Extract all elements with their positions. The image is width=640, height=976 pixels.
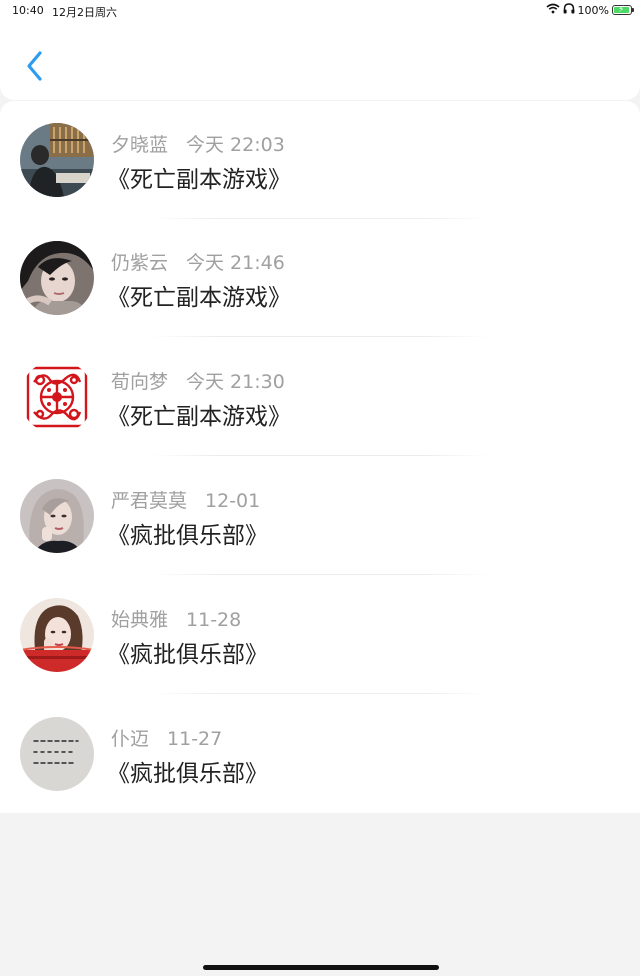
avatar [20, 479, 94, 553]
comment-meta: 严君莫莫 12-01 [111, 486, 260, 513]
divider [150, 574, 490, 575]
comment-meta: 仍紫云 今天 21:46 [111, 248, 285, 275]
comment-meta: 始典雅 11-28 [111, 605, 241, 632]
comment-time: 今天 21:46 [186, 252, 285, 274]
list-item[interactable]: 严君莫莫 12-01 《疯批俱乐部》 [0, 457, 640, 575]
status-time: 10:40 [12, 4, 44, 17]
chevron-left-icon [27, 51, 42, 81]
comment-time: 12-01 [205, 490, 261, 512]
book-title: 《死亡副本游戏》 [107, 404, 291, 430]
status-bar: 10:40 12月2日周六 100% ⚡ [0, 0, 640, 22]
avatar [20, 123, 94, 197]
comment-time: 今天 21:30 [186, 371, 285, 393]
book-title: 《疯批俱乐部》 [107, 642, 268, 668]
divider [150, 336, 490, 337]
book-title: 《死亡副本游戏》 [107, 167, 291, 193]
battery-percent: 100% [577, 3, 609, 17]
list-item[interactable]: 荀向梦 今天 21:30 《死亡副本游戏》 [0, 338, 640, 456]
list-item[interactable]: 始典雅 11-28 《疯批俱乐部》 [0, 576, 640, 694]
commenter-name: 夕晓蓝 [111, 134, 169, 156]
commenter-name: 荀向梦 [111, 371, 169, 393]
book-title: 《疯批俱乐部》 [107, 523, 268, 549]
commenter-name: 严君莫莫 [111, 490, 188, 512]
commenter-name: 仆迈 [111, 728, 150, 750]
comment-meta: 夕晓蓝 今天 22:03 [111, 130, 285, 157]
comment-time: 11-28 [186, 609, 242, 631]
avatar [20, 360, 94, 434]
avatar [20, 598, 94, 672]
commenter-name: 始典雅 [111, 609, 169, 631]
comment-time: 11-27 [167, 728, 223, 750]
home-indicator [203, 965, 439, 970]
book-title: 《死亡副本游戏》 [107, 285, 291, 311]
divider [150, 693, 490, 694]
list-item[interactable]: 仆迈 11-27 《疯批俱乐部》 [0, 695, 640, 813]
avatar [20, 241, 94, 315]
comment-meta: 荀向梦 今天 21:30 [111, 367, 285, 394]
list-item[interactable]: 夕晓蓝 今天 22:03 《死亡副本游戏》 [0, 101, 640, 219]
battery-icon: ⚡ [612, 5, 634, 15]
status-date: 12月2日周六 [52, 6, 117, 19]
book-title: 《疯批俱乐部》 [107, 761, 268, 787]
list-item[interactable]: 仍紫云 今天 21:46 《死亡副本游戏》 [0, 219, 640, 337]
status-indicators: 100% ⚡ [546, 3, 634, 17]
commenter-name: 仍紫云 [111, 252, 169, 274]
comment-list: 夕晓蓝 今天 22:03 《死亡副本游戏》 仍紫云 今天 21:46 《死亡副本游戏… [0, 101, 640, 813]
divider [150, 455, 490, 456]
comment-meta: 仆迈 11-27 [111, 724, 222, 751]
avatar [20, 717, 94, 791]
back-button[interactable] [18, 46, 52, 86]
headphones-icon [563, 3, 575, 17]
comment-time: 今天 22:03 [186, 134, 285, 156]
wifi-icon [546, 3, 560, 17]
